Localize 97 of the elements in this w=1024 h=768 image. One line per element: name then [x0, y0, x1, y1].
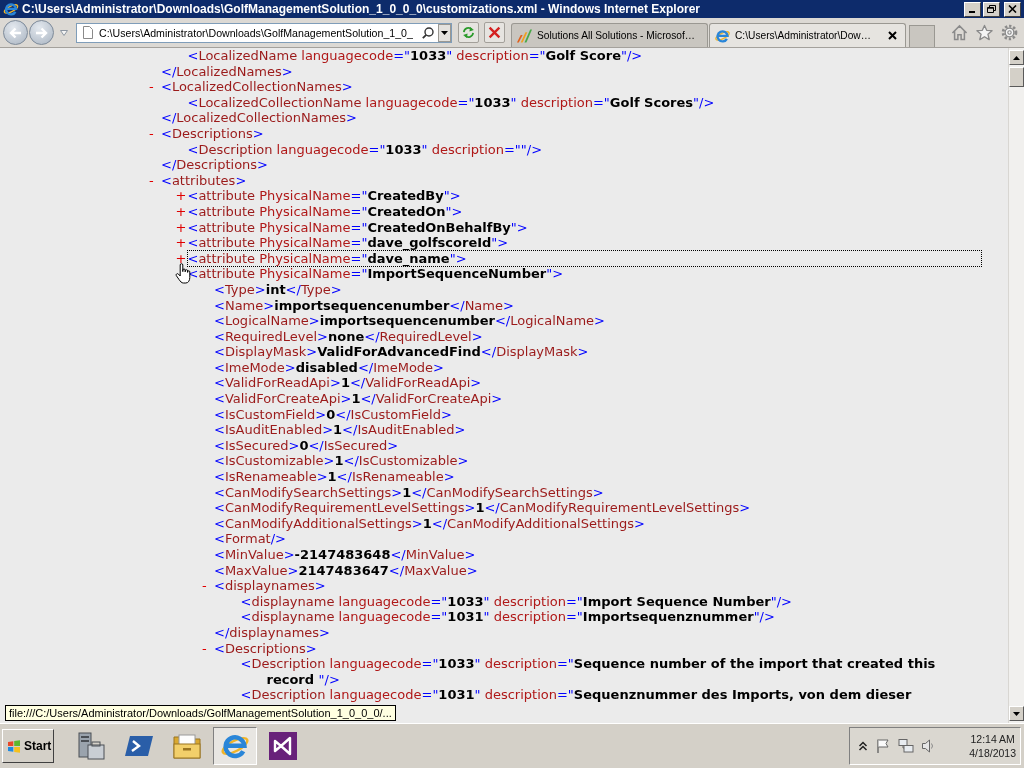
xml-line: <CanModifySearchSettings>1</CanModifySearchSettings>	[214, 484, 604, 501]
xml-line: <Descriptions>	[214, 640, 317, 657]
xml-line: </Descriptions>	[161, 157, 268, 173]
xml-line: </displaynames>	[214, 624, 330, 641]
xml-line: </LocalizedCollectionNames>	[161, 110, 357, 126]
xml-line: <LocalizedName languagecode="1033" description="Golf Score"/>	[187, 48, 643, 64]
status-tooltip: file:///C:/Users/Administrator/Downloads/GolfManagementSolution_1_0_0_0/...	[5, 705, 396, 721]
arrow-right-icon	[35, 26, 48, 39]
caret-down-icon[interactable]	[60, 29, 68, 36]
dropdown-button[interactable]	[438, 23, 451, 42]
xml-line: </LocalizedNames>	[161, 63, 293, 80]
xml-line: <Name>importsequencenumber</Name>	[214, 297, 514, 314]
expand-toggle[interactable]: +	[174, 203, 187, 220]
xml-line: <LogicalName>importsequencenumber</LogicalName>	[214, 313, 605, 329]
e-logo-icon	[3, 1, 19, 17]
clock-time: 12:14 AM	[970, 732, 1015, 746]
close-icon[interactable]	[888, 31, 897, 40]
xml-line: <LocalizedCollectionNames>	[161, 79, 353, 95]
scrollbar-thumb[interactable]	[1009, 67, 1024, 87]
minimize-button[interactable]	[964, 1, 981, 17]
xml-line: <IsAuditEnabled>1</IsAuditEnabled>	[214, 422, 466, 438]
bars-logo-icon	[516, 27, 533, 44]
clock-date: 4/18/2013	[969, 746, 1016, 760]
collapse-toggle[interactable]: -	[201, 578, 207, 594]
xml-line: <RequiredLevel>none</RequiredLevel>	[214, 328, 483, 345]
close-button[interactable]	[1004, 1, 1021, 17]
expand-toggle[interactable]: +	[174, 188, 187, 204]
xml-line: <CanModifyRequirementLevelSettings>1</CanModifyRequirementLevelSettings>	[214, 500, 751, 516]
xml-line: <IsSecured>0</IsSecured>	[214, 437, 399, 454]
xml-line: <displayname languagecode="1033" description="Import Sequence Number"/>	[240, 593, 792, 610]
xml-line: <Descriptions>	[161, 125, 264, 142]
xml-line: <MaxValue>2147483647</MaxValue>	[214, 562, 478, 579]
arrow-down-icon	[1013, 711, 1020, 716]
start-button[interactable]: Start	[2, 729, 54, 763]
collapse-toggle[interactable]: -	[201, 640, 207, 657]
xml-line: <IsRenameable>1</IsRenameable>	[214, 469, 455, 485]
page-icon	[83, 26, 93, 39]
restore-icon	[987, 5, 996, 13]
xml-line: <ValidForReadApi>1</ValidForReadApi>	[214, 375, 482, 392]
expand-toggle[interactable]: +	[174, 219, 187, 236]
xml-line: <attribute PhysicalName="ImportSequenceNumber">	[187, 266, 564, 282]
xml-line: <CanModifyAdditionalSettings>1</CanModifyAdditionalSettings>	[214, 515, 645, 532]
bowtie-logo-icon[interactable]	[268, 731, 298, 761]
xml-line: <attribute PhysicalName="dave_golfscoreId">	[187, 235, 509, 251]
scroll-up-button[interactable]	[1009, 50, 1024, 65]
window-title: C:\Users\Administrator\Downloads\GolfManagementSolution_1_0_0_0\customizations.xml - Windows Internet Explorer	[22, 2, 702, 16]
back-button[interactable]	[3, 20, 28, 45]
home-icon[interactable]	[951, 24, 968, 41]
search-icon[interactable]	[422, 26, 434, 39]
stop-button[interactable]	[484, 22, 505, 43]
x-icon	[488, 26, 501, 39]
xml-line: <LocalizedCollectionName languagecode="1033" description="Golf Scores"/>	[187, 94, 715, 111]
xml-line: <displaynames>	[214, 578, 326, 594]
scrollbar[interactable]	[1008, 48, 1024, 723]
xml-line: <Format/>	[214, 531, 286, 547]
chevron-up-icon[interactable]	[858, 739, 868, 753]
server-icon[interactable]	[76, 731, 106, 761]
refresh-icon	[462, 26, 475, 39]
browser-tab[interactable]: C:\Users\Administrator\Dow…	[709, 23, 906, 47]
flag-icon[interactable]	[875, 738, 891, 754]
collapse-toggle[interactable]: -	[148, 125, 154, 142]
folder-icon[interactable]	[172, 731, 202, 761]
close-icon	[1008, 5, 1017, 13]
windows-flag-icon	[7, 739, 21, 753]
xml-line: <MinValue>-2147483648</MinValue>	[214, 547, 476, 563]
xml-line: <Type>int</Type>	[214, 281, 342, 298]
settings-icon[interactable]	[1001, 24, 1018, 41]
collapse-toggle[interactable]: -	[148, 172, 154, 189]
arrow-left-icon	[9, 26, 22, 39]
xml-line: <IsCustomField>0</IsCustomField>	[214, 406, 452, 423]
xml-line: <Description languagecode="1031" description="Sequenznummer des Imports, von dem dieser	[240, 687, 912, 703]
xml-line: <ValidForCreateApi>1</ValidForCreateApi>	[214, 391, 503, 407]
xml-line: <ImeMode>disabled</ImeMode>	[214, 359, 444, 376]
xml-line: <Description languagecode="1033" description="Sequence number of the import that created this record "/>	[240, 656, 937, 688]
forward-button[interactable]	[29, 20, 54, 45]
caret-down-icon	[441, 30, 448, 35]
expand-toggle[interactable]: +	[174, 235, 187, 251]
xml-line: <attribute PhysicalName="dave_name">	[187, 250, 981, 267]
browser-tab[interactable]: Solutions All Solutions - Microsof…	[511, 23, 708, 47]
xml-line: <attribute PhysicalName="CreatedOnBehalfBy">	[187, 219, 528, 236]
restore-button[interactable]	[983, 1, 1000, 17]
xml-line: <attribute PhysicalName="CreatedOn">	[187, 203, 463, 220]
network-icon[interactable]	[898, 738, 914, 754]
address-field[interactable]: C:\Users\Administrator\Downloads\GolfManagementSolution_1_0_	[99, 26, 413, 39]
refresh-button[interactable]	[458, 22, 479, 43]
xml-line: <DisplayMask>ValidForAdvancedFind</DisplayMask>	[214, 344, 589, 360]
star-icon[interactable]	[976, 24, 993, 41]
collapse-toggle[interactable]: -	[148, 79, 154, 95]
xml-line: <IsCustomizable>1</IsCustomizable>	[214, 453, 469, 470]
scroll-down-button[interactable]	[1009, 706, 1024, 721]
xml-line: <attribute PhysicalName="CreatedBy">	[187, 188, 461, 204]
xml-line: <Description languagecode="1033" description=""/>	[187, 141, 543, 158]
e-logo-icon	[714, 27, 731, 44]
arrow-up-icon	[1013, 55, 1020, 60]
xml-line: <displayname languagecode="1031" description="Importsequenznummer"/>	[240, 609, 775, 625]
expand-toggle[interactable]: +	[174, 250, 187, 267]
xml-line: <attributes>	[161, 172, 247, 189]
